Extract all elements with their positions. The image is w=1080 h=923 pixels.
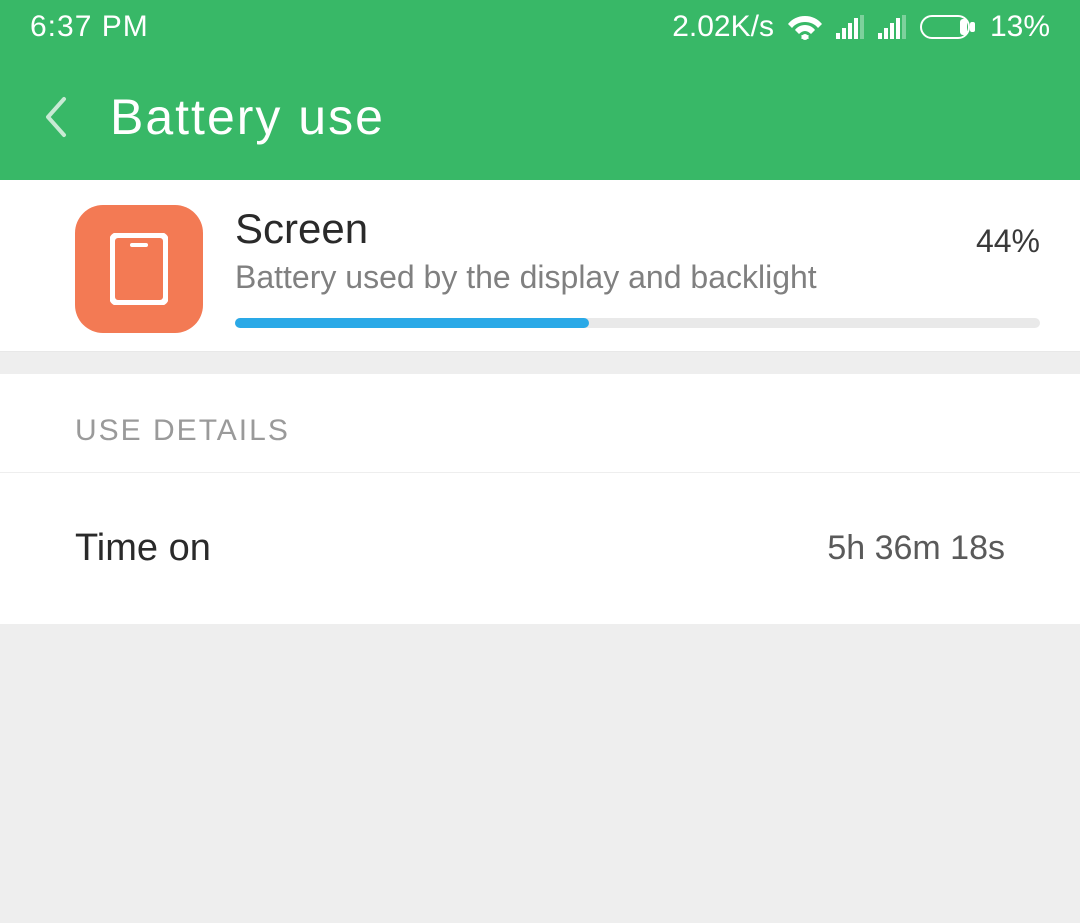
status-bar: 6:37 PM 2.02K/s [0,0,1080,54]
use-details-section: USE DETAILS Time on 5h 36m 18s [0,374,1080,624]
usage-progress [235,318,1040,328]
chevron-left-icon [42,95,68,139]
app-desc: Battery used by the display and backligh… [235,259,956,296]
status-net-speed: 2.02K/s [672,10,774,44]
battery-summary-card: Screen Battery used by the display and b… [0,180,1080,352]
status-time: 6:37 PM [30,10,149,44]
status-right: 2.02K/s [672,10,1050,44]
page-title: Battery use [110,88,385,146]
screen-icon [75,205,203,333]
section-header: USE DETAILS [0,374,1080,473]
signal1-icon [836,15,864,39]
signal2-icon [878,15,906,39]
usage-progress-fill [235,318,589,328]
usage-percentage: 44% [976,223,1040,260]
back-button[interactable] [30,77,80,157]
app-title: Screen [235,205,956,253]
detail-label: Time on [75,527,211,570]
summary-body: Screen Battery used by the display and b… [235,205,1040,328]
section-header-label: USE DETAILS [75,414,1005,448]
detail-value: 5h 36m 18s [827,529,1005,568]
header-bar: Battery use [0,54,1080,180]
detail-row-time-on[interactable]: Time on 5h 36m 18s [0,473,1080,624]
wifi-icon [788,13,822,41]
battery-icon [920,15,976,39]
status-battery-pct: 13% [990,10,1050,44]
